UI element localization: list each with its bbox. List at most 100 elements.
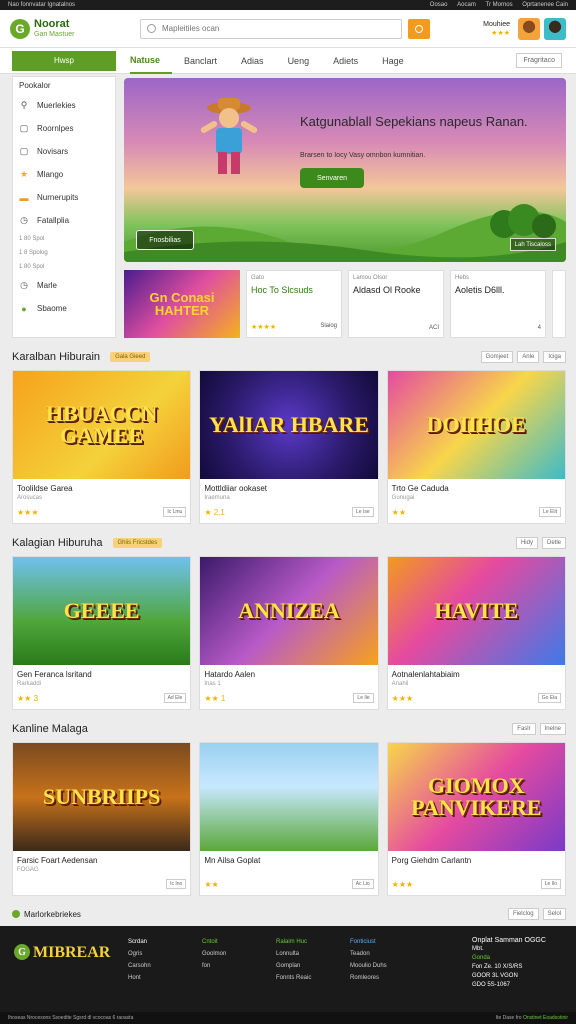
bottom-link[interactable]: Onstinet [523, 1015, 542, 1021]
card-action-button[interactable]: Le Ise [352, 507, 374, 517]
tab-natuse[interactable]: Natuse [130, 48, 173, 74]
featured-card-peek[interactable] [552, 270, 566, 338]
hero-secondary-button[interactable]: Fnosbilias [136, 230, 194, 250]
circle-icon: ● [21, 303, 27, 314]
sidebar-item[interactable]: ▢ Roornlpes [19, 117, 109, 140]
section-tool[interactable]: Detle [541, 537, 566, 549]
top-strip-links: Oosao Aocam Tr Mornos Oprtanenee Cain [422, 2, 568, 8]
sidebar-item[interactable]: ◷ Fatallplia [19, 209, 109, 232]
character-illustration [200, 98, 258, 174]
tab-banclart[interactable]: Banclart [184, 48, 229, 74]
sidebar-item[interactable]: ▢ Novisars [19, 140, 109, 163]
top-link[interactable]: Oprtanenee Cain [522, 2, 568, 8]
game-subtitle: Arosucas [17, 495, 43, 501]
sidebar-item[interactable]: ● Sbaome [19, 297, 109, 320]
hero-banner[interactable]: Katgunablall Sepekians napeus Ranan. Bra… [124, 78, 566, 262]
footer-link[interactable]: Teadon [350, 948, 420, 960]
top-link[interactable]: Aocam [457, 2, 476, 8]
tab-adias[interactable]: Adias [241, 48, 276, 74]
card-action-button[interactable]: Go Ela [537, 693, 561, 703]
game-card[interactable]: GEEEE Gen Feranca lsritand Rarkaddi ★★ 3… [12, 556, 192, 710]
star-icon: ★ [19, 169, 29, 179]
card-action-button[interactable]: Le Elit [539, 507, 561, 517]
game-section: Kanline Malaga Faslr Inelne SUNBRIIPS Fa… [12, 720, 566, 896]
section-title: Kalagian Hiburuha [12, 537, 103, 549]
game-card[interactable]: HAVITE Aotnalenlahtabiaim Anahil ★★★ Go E… [386, 556, 566, 710]
game-title: Toolildse Garea [17, 484, 73, 493]
search-icon: ⚲ [20, 100, 28, 110]
tab-ueng[interactable]: Ueng [288, 48, 322, 74]
section-badge: Ghiis Fricstdes [112, 538, 163, 548]
featured-card[interactable]: Gato Hoc To Slcsuds ★★★★ Slaiog [246, 270, 342, 338]
sidebar-item[interactable]: ⚲ Muerlekies [19, 94, 109, 117]
section-tool[interactable]: Hidy [515, 537, 538, 549]
game-card[interactable]: ANNIZEA Hatardo Aalen Inas 1 ★★ 1 Le Ile [199, 556, 379, 710]
game-thumbnail: ANNIZEA [200, 557, 378, 665]
section-tool[interactable]: Iciga [543, 351, 566, 363]
game-card[interactable]: DOIIHOE Trto Ge Caduda Gunugal ★★ Le Elit [386, 370, 566, 524]
bottom-link[interactable]: Eoadsotinir [543, 1015, 568, 1021]
footer-link[interactable]: Ogris [128, 948, 198, 960]
hero-corner-button[interactable]: Lah Tiscaloss [509, 238, 556, 251]
game-rating: ★★★ [391, 693, 414, 703]
hero-cta-button[interactable]: Senvaren [300, 168, 364, 188]
footer-contact: Onplat Samman OGGC Mbt. Gonda Fon Ze. 10… [472, 936, 562, 1002]
footer-logo[interactable]: G MIBREAR [14, 936, 124, 1002]
section-tool[interactable]: Faslr [512, 723, 536, 735]
game-card[interactable]: Mn Ailsa Goplat ★★ Ac Lio [199, 742, 379, 896]
game-thumbnail [200, 743, 378, 851]
sidebar-item-label: Marle [37, 281, 58, 290]
card-action-button[interactable]: Ic Ino [166, 879, 187, 889]
sidebar-item[interactable]: ◷ Marle [19, 274, 109, 297]
footer-link[interactable]: Carsohn [128, 960, 198, 972]
home-tab[interactable]: Hwsp [12, 50, 116, 71]
tab-hage[interactable]: Hage [382, 48, 416, 74]
sidebar: Pookalor ⚲ Muerlekies ▢ Roornlpes ▢ Novisar… [12, 76, 116, 338]
game-card[interactable]: GIOMOX PANVIKERE Porg Giehdm Carlantn ★★… [386, 742, 566, 896]
card-action-button[interactable]: Ic Lmu [163, 507, 187, 517]
card-action-button[interactable]: Ad Ele [163, 693, 187, 703]
game-thumbnail: HAVITE [387, 557, 565, 665]
footer-link[interactable]: Gomplan [276, 960, 346, 972]
avatar[interactable] [544, 17, 566, 40]
section-tool[interactable]: Anle [517, 351, 540, 363]
search-button[interactable] [408, 18, 430, 39]
recent-tool[interactable]: Fielclog [507, 908, 539, 920]
card-tag: Hebs [455, 275, 470, 281]
featured-card[interactable]: Gn Conasi HAHTER [124, 270, 240, 338]
footer-link[interactable]: Mooulio Duhs [350, 960, 420, 972]
sidebar-item[interactable]: ★ Mlango [19, 163, 109, 186]
site-logo[interactable]: G Noorat Gan Mastuer [10, 18, 130, 39]
avatar[interactable] [518, 17, 540, 40]
sidebar-item[interactable]: ▬ Nurnerupits [19, 186, 109, 209]
recent-tool[interactable]: Selol [542, 908, 566, 920]
top-link[interactable]: Oosao [430, 2, 448, 8]
footer-link[interactable]: Fonnts Reaic [276, 972, 346, 984]
card-action-button[interactable]: Ac Lio [351, 879, 374, 889]
top-link[interactable]: Tr Mornos [486, 2, 513, 8]
featured-card[interactable]: Hebs Aoletis D6lll. 4 [450, 270, 546, 338]
game-card[interactable]: HBUACCN GAMEE Toolildse Garea Arosucas ★… [12, 370, 192, 524]
footer-link[interactable]: fon [202, 960, 272, 972]
bottom-link[interactable]: Ite Dase fro [496, 1015, 522, 1021]
footer-heading: Ralaim Huc [276, 939, 308, 945]
footer-logo-text: MIBREAR [33, 944, 111, 961]
footer-link[interactable]: Romleores [350, 972, 420, 984]
section-tool[interactable]: Inelne [539, 723, 566, 735]
card-action-button[interactable]: Le Ilo [540, 879, 561, 889]
nav-right-button[interactable]: Fragritaco [516, 53, 562, 68]
tab-adiets[interactable]: Adiets [333, 48, 370, 74]
footer-link[interactable]: Lonnulta [276, 948, 346, 960]
footer-column: Scrdan Ogris Carsohn Hont [128, 936, 198, 1002]
footer-link[interactable]: Goolmon [202, 948, 272, 960]
game-card[interactable]: YAlIAR HBARE Mottldiiar ookaset Iraemuna… [199, 370, 379, 524]
section-tool[interactable]: Gomjeet [480, 351, 514, 363]
featured-card[interactable]: Lamou Olsor Aldasd Ol Rooke ACI [348, 270, 444, 338]
status-dot-icon [12, 910, 20, 918]
sidebar-note: 1 8 Spolog [19, 250, 48, 256]
footer-link[interactable]: Hont [128, 972, 198, 984]
game-card[interactable]: SUNBRIIPS Farsic Foart Aedensan FOGAG Ic… [12, 742, 192, 896]
search-input[interactable] [162, 24, 382, 33]
card-action-button[interactable]: Le Ile [353, 693, 374, 703]
section-badge: Gala Gieed [110, 352, 151, 362]
